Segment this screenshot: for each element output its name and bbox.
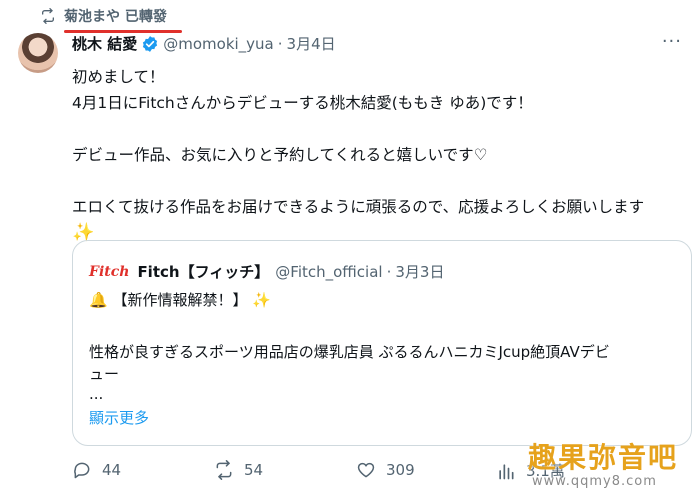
quoted-tweet[interactable]: Fitch Fitch【フィッチ】 @Fitch_official · 3月3日… (72, 240, 692, 446)
quoted-line: 性格が良すぎるスポーツ用品店の爆乳店員 ぷるるんハニカミJcup絶頂AVデビ (89, 343, 610, 361)
quoted-display-name[interactable]: Fitch【フィッチ】 (137, 261, 269, 282)
retweet-icon (216, 460, 232, 480)
quoted-date[interactable]: 3月3日 (395, 261, 444, 282)
quoted-header: Fitch Fitch【フィッチ】 @Fitch_official · 3月3日 (89, 261, 444, 282)
bell-icon: 🔔 (89, 291, 108, 309)
tweet-line: エロくて抜ける作品をお届けできるように頑張るので、応援よろしくお願いします (72, 198, 645, 216)
more-options-icon[interactable]: ··· (662, 31, 682, 52)
reply-count: 44 (102, 461, 122, 479)
quoted-line: ... (89, 385, 104, 403)
quoted-line: 🔔 【新作情報解禁！】 ✨ (89, 289, 271, 310)
reply-button[interactable]: 44 (72, 460, 121, 480)
quoted-handle[interactable]: @Fitch_official (275, 263, 382, 281)
tweet-line: 初めまして！ (72, 68, 165, 86)
retweet-icon (42, 8, 54, 24)
quoted-text: 【新作情報解禁！】 (112, 291, 248, 309)
reply-icon (74, 462, 90, 479)
tweet-line: デビュー作品、お気に入りと予約してくれると嬉しいです♡ (72, 146, 488, 164)
display-name[interactable]: 桃木 結愛 (72, 33, 137, 54)
watermark: 趣果弥音吧 www.qqmy8.com (528, 436, 700, 496)
retweet-button[interactable]: 54 (214, 460, 263, 480)
heart-icon (357, 462, 375, 478)
fitch-logo: Fitch (89, 263, 130, 280)
separator-dot: · (277, 34, 283, 53)
like-count: 309 (386, 461, 415, 479)
watermark-title: 趣果弥音吧 (528, 441, 679, 474)
sparkles-emoji: ✨ (252, 291, 271, 309)
tweet-date[interactable]: 3月4日 (287, 33, 336, 54)
retweet-label[interactable]: 菊池まや 已轉發 (64, 6, 167, 26)
like-button[interactable]: 309 (356, 460, 415, 480)
analytics-icon (499, 463, 514, 479)
avatar[interactable] (18, 33, 58, 73)
separator-dot: · (386, 262, 392, 281)
tweet-header: 桃木 結愛 @momoki_yua · 3月4日 ··· (72, 31, 682, 54)
user-handle[interactable]: @momoki_yua (163, 35, 274, 53)
tweet-text: 初めまして！ 4月1日にFitchさんからデビューする桃木結愛(ももき ゆあ)で… (72, 64, 692, 246)
retweet-indicator: 菊池まや 已轉發 (40, 6, 167, 26)
show-more-link[interactable]: 顯示更多 (89, 407, 149, 428)
quoted-line: ュー (89, 365, 120, 383)
tweet-line: 4月1日にFitchさんからデビューする桃木結愛(ももき ゆあ)です！ (72, 94, 533, 112)
verified-badge-icon (143, 35, 158, 52)
watermark-url: www.qqmy8.com (532, 474, 657, 489)
retweet-count: 54 (244, 461, 264, 479)
